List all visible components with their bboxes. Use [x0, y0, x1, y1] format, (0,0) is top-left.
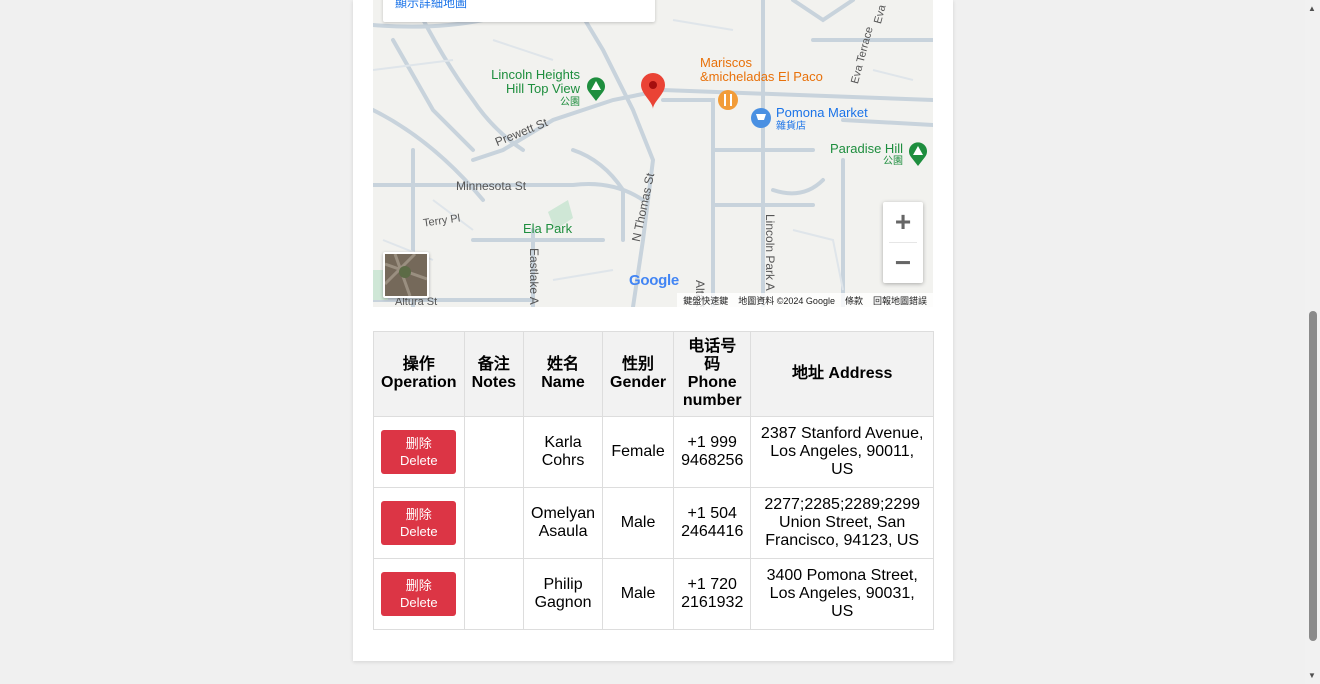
header-name: 姓名 Name — [523, 331, 604, 417]
name-cell: Karla Cohrs — [523, 416, 604, 488]
scroll-down-arrow-icon[interactable]: ▼ — [1308, 671, 1316, 680]
name-cell: Omelyan Asaula — [523, 487, 604, 559]
table-row: 删除 Delete Omelyan Asaula Male +1 504 2464… — [373, 487, 934, 559]
zoom-controls: + − — [883, 202, 923, 283]
operation-cell: 删除 Delete — [373, 416, 465, 488]
delete-button[interactable]: 删除 Delete — [381, 572, 457, 616]
street-eastlake: Eastlake A — [527, 248, 541, 305]
delete-button[interactable]: 删除 Delete — [381, 430, 457, 474]
table-row: 删除 Delete Karla Cohrs Female +1 999 94682… — [373, 416, 934, 488]
map-attribution: 鍵盤快速鍵 地圖資料 ©2024 Google 條款 回報地圖錯誤 — [677, 293, 933, 307]
phone-cell: +1 999 9468256 — [673, 416, 752, 488]
place-pomona-market[interactable]: Pomona Market 雜貨店 — [776, 106, 868, 134]
scrollbar-thumb[interactable] — [1309, 311, 1317, 641]
place-lincoln-heights[interactable]: Lincoln Heights Hill Top View 公園 — [483, 68, 580, 110]
header-phone: 电话号码 Phone number — [673, 331, 752, 417]
address-cell: 2387 Stanford Avenue, Los Angeles, 90011… — [750, 416, 934, 488]
google-logo: Google — [629, 272, 679, 289]
operation-cell: 删除 Delete — [373, 558, 465, 630]
map-data-credit: 地圖資料 ©2024 Google — [738, 295, 835, 306]
place-mariscos[interactable]: Mariscos &micheladas El Paco — [700, 56, 823, 84]
show-detail-map-link[interactable]: 顯示詳細地圖 — [395, 0, 467, 11]
page-scrollbar[interactable]: ▲ ▼ — [1305, 0, 1320, 684]
phone-cell: +1 720 2161932 — [673, 558, 752, 630]
park-marker-icon[interactable] — [585, 76, 607, 102]
notes-cell — [463, 558, 525, 630]
satellite-thumbnail-icon — [385, 254, 427, 296]
address-cell: 2277;2285;2289;2299 Union Street, San Fr… — [750, 487, 934, 559]
map-detail-popup: 顯示詳細地圖 — [383, 0, 655, 22]
contacts-table: 操作 Operation 备注 Notes 姓名 Name 性别 Gender 电话号码… — [373, 331, 934, 630]
report-error-link[interactable]: 回報地圖錯誤 — [873, 294, 927, 307]
phone-cell: +1 504 2464416 — [673, 487, 752, 559]
notes-cell — [463, 487, 525, 559]
delete-button[interactable]: 删除 Delete — [381, 501, 457, 545]
gender-cell: Male — [602, 487, 675, 559]
header-address: 地址 Address — [750, 331, 934, 417]
street-minnesota: Minnesota St — [456, 179, 527, 193]
header-gender: 性别 Gender — [602, 331, 675, 417]
zoom-in-button[interactable]: + — [883, 202, 923, 242]
place-ela-park[interactable]: Ela Park — [523, 221, 572, 236]
header-notes: 备注 Notes — [463, 331, 525, 417]
table-header-row: 操作 Operation 备注 Notes 姓名 Name 性别 Gender 电话号码… — [373, 331, 934, 417]
scroll-up-arrow-icon[interactable]: ▲ — [1308, 4, 1316, 13]
map-view[interactable]: 顯示詳細地圖 Lincoln Heights Hill Top View 公園 … — [373, 0, 933, 307]
zoom-out-button[interactable]: − — [883, 243, 923, 283]
operation-cell: 删除 Delete — [373, 487, 465, 559]
park-marker-icon[interactable] — [907, 141, 929, 167]
header-operation: 操作 Operation — [373, 331, 465, 417]
notes-cell — [463, 416, 525, 488]
keyboard-shortcuts-link[interactable]: 鍵盤快速鍵 — [683, 294, 728, 307]
gender-cell: Male — [602, 558, 675, 630]
address-cell: 3400 Pomona Street, Los Angeles, 90031, … — [750, 558, 934, 630]
gender-cell: Female — [602, 416, 675, 488]
name-cell: Philip Gagnon — [523, 558, 604, 630]
location-pin-icon[interactable] — [639, 72, 667, 110]
terms-link[interactable]: 條款 — [845, 294, 863, 307]
restaurant-marker-icon[interactable] — [716, 88, 740, 112]
street-lincoln-park: Lincoln Park A — [763, 214, 777, 291]
table-row: 删除 Delete Philip Gagnon Male +1 720 21619… — [373, 558, 934, 630]
place-paradise-hill[interactable]: Paradise Hill 公園 — [823, 142, 903, 168]
content-card: 顯示詳細地圖 Lincoln Heights Hill Top View 公園 … — [353, 0, 953, 661]
satellite-toggle[interactable] — [383, 252, 429, 298]
shop-marker-icon[interactable] — [749, 106, 773, 130]
